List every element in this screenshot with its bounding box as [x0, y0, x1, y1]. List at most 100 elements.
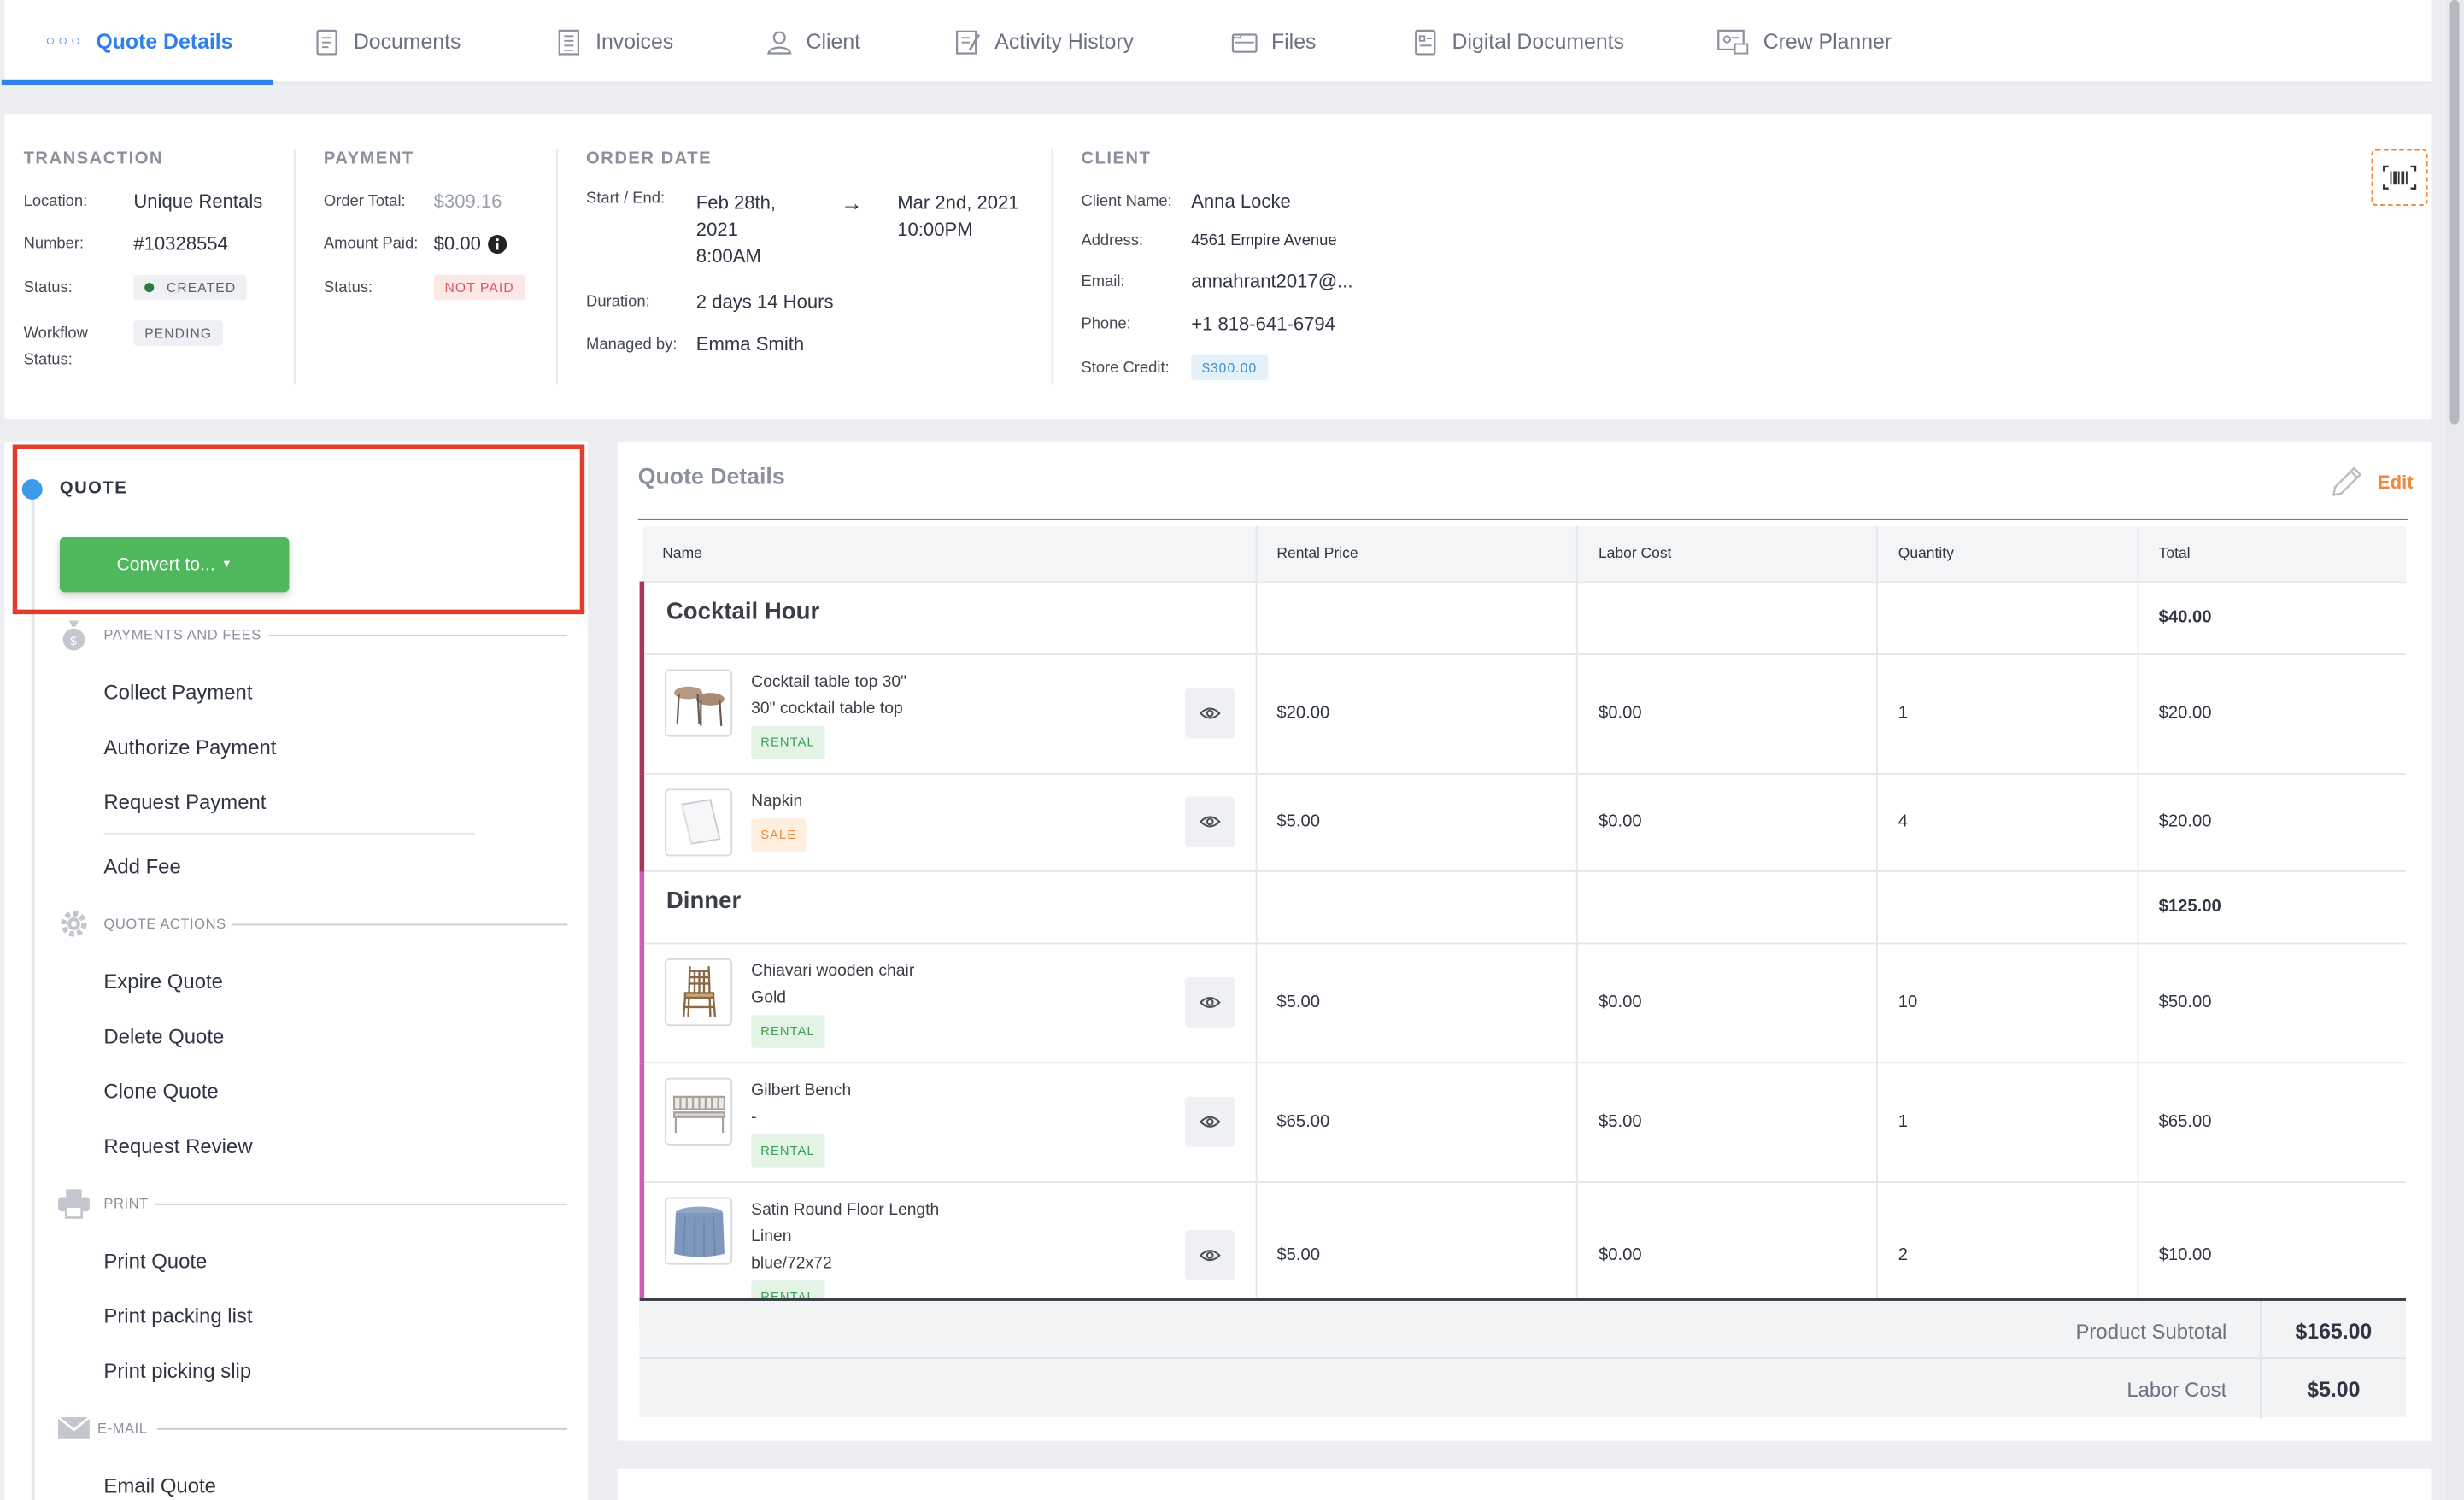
order-total: $309.16 — [433, 190, 502, 213]
panel-title: Quote Details — [637, 465, 785, 490]
tab-documents[interactable]: Documents — [313, 0, 461, 83]
tab-activity-history[interactable]: Activity History — [953, 0, 1134, 83]
tab-quote-details[interactable]: ○○○ Quote Details — [1, 0, 274, 85]
subtotal-value: $165.00 — [2259, 1300, 2406, 1361]
scrollbar[interactable] — [2444, 0, 2464, 1500]
column-header-name: Name — [642, 526, 1257, 582]
print-packing-list-link[interactable]: Print packing list — [103, 1304, 252, 1328]
item-name: Chiavari wooden chair — [751, 960, 915, 980]
tab-client[interactable]: Client — [766, 0, 860, 83]
caret-down-icon: ▼ — [221, 559, 232, 571]
group-total: $40.00 — [2137, 580, 2406, 654]
item-name: Cocktail table top 30" — [751, 671, 907, 691]
item-cell: Chiavari wooden chair Gold RENTAL — [639, 941, 1257, 1063]
field-label: Number: — [23, 234, 85, 253]
labor-cost-row: Labor Cost $5.00 — [639, 1357, 2406, 1419]
field-label: Start / End: — [586, 190, 666, 208]
empty-cell — [1255, 870, 1579, 943]
section-title: E-MAIL — [97, 1420, 148, 1437]
timeline-dot-icon — [21, 478, 43, 500]
workflow-badge: PENDING — [133, 320, 224, 346]
delete-quote-link[interactable]: Delete Quote — [103, 1024, 224, 1048]
column-header-total: Total — [2137, 526, 2406, 582]
start-time-line: 8:00AM — [695, 244, 761, 267]
client-icon — [767, 30, 792, 54]
next-panel — [617, 1468, 2432, 1500]
tab-digital-documents[interactable]: Digital Documents — [1411, 0, 1624, 83]
empty-cell — [1255, 580, 1579, 654]
info-icon[interactable] — [487, 233, 507, 254]
email-quote-link[interactable]: Email Quote — [103, 1474, 216, 1497]
expire-quote-link[interactable]: Expire Quote — [103, 970, 223, 993]
add-fee-link[interactable]: Add Fee — [103, 855, 180, 879]
start-date-line: Feb 28th, — [695, 191, 777, 214]
clone-quote-link[interactable]: Clone Quote — [103, 1080, 218, 1104]
tab-files[interactable]: Files — [1230, 0, 1316, 83]
section-rule — [156, 1427, 567, 1430]
quote-actions-section-header: QUOTE ACTIONS — [56, 908, 567, 940]
quantity-cell: 1 — [1876, 653, 2138, 773]
store-credit-badge: $300.00 — [1191, 354, 1269, 381]
tab-crew-planner[interactable]: Crew Planner — [1716, 0, 1892, 83]
view-item-button[interactable] — [1183, 688, 1235, 739]
chair-thumbnail[interactable] — [665, 958, 733, 1026]
transaction-number: #10328554 — [133, 232, 228, 255]
client-email[interactable]: annahrant2017@... — [1191, 270, 1352, 292]
documents-icon — [316, 28, 337, 55]
labor-cost-cell: $5.00 — [1577, 1061, 1878, 1182]
field-label: Workflow Status: — [24, 320, 134, 374]
request-review-link[interactable]: Request Review — [103, 1134, 252, 1158]
arrow-right-icon: → — [841, 190, 863, 215]
divider — [1051, 149, 1053, 385]
field-label: Phone: — [1081, 314, 1131, 333]
item-type-badge: RENTAL — [751, 724, 824, 759]
eye-icon — [1198, 1116, 1220, 1128]
collect-payment-link[interactable]: Collect Payment — [103, 680, 252, 704]
start-date: Feb 28th, 2021 8:00AM — [696, 190, 841, 271]
request-payment-link[interactable]: Request Payment — [103, 790, 266, 814]
end-date-line: Mar 2nd, 2021 — [897, 191, 1019, 214]
field-label: Store Credit: — [1081, 359, 1170, 377]
item-name: Napkin — [751, 791, 803, 811]
item-type-badge: SALE — [751, 817, 807, 851]
view-item-button[interactable] — [1183, 977, 1235, 1028]
barcode-scan-button[interactable] — [2371, 149, 2428, 206]
convert-to-button[interactable]: Convert to... ▼ — [59, 537, 290, 593]
money-bag-icon: $ — [56, 619, 91, 651]
item-cell: Cocktail table top 30" 30" cocktail table… — [639, 653, 1257, 773]
workflow-label-status: Status: — [23, 352, 73, 370]
table-row: Cocktail table top 30" 30" cocktail table… — [639, 653, 2406, 773]
edit-button[interactable]: Edit — [2327, 464, 2414, 501]
section-title: PAYMENTS AND FEES — [103, 626, 261, 643]
rental-price-cell: $5.00 — [1255, 941, 1579, 1063]
field-label: Address: — [1081, 232, 1144, 250]
view-item-button[interactable] — [1183, 1229, 1235, 1280]
location-value: Unique Rentals — [133, 190, 263, 213]
cocktail-table-thumbnail[interactable] — [665, 668, 733, 736]
bench-thumbnail[interactable] — [665, 1076, 733, 1145]
amount-paid: $0.00 — [433, 232, 481, 255]
napkin-thumbnail[interactable] — [665, 788, 733, 856]
view-item-button[interactable] — [1183, 796, 1235, 847]
table-row: Chiavari wooden chair Gold RENTAL $5.00 $0… — [639, 941, 2406, 1063]
tab-invoices[interactable]: Invoices — [554, 0, 673, 83]
section-heading: CLIENT — [1081, 149, 1152, 168]
tab-label: Client — [806, 29, 861, 54]
email-section-header: E-MAIL — [56, 1413, 567, 1444]
labor-cost-cell: $0.00 — [1577, 941, 1878, 1063]
end-date: Mar 2nd, 2021 10:00PM — [897, 190, 1018, 244]
linen-thumbnail[interactable] — [665, 1196, 733, 1264]
field-label: Amount Paid: — [323, 234, 419, 253]
section-heading: TRANSACTION — [23, 149, 164, 168]
activity-icon — [956, 29, 981, 54]
title-rule — [637, 518, 2408, 520]
section-rule — [154, 1203, 567, 1205]
invoice-icon — [558, 28, 579, 55]
print-picking-slip-link[interactable]: Print picking slip — [103, 1359, 251, 1383]
client-name[interactable]: Anna Locke — [1191, 190, 1291, 213]
authorize-payment-link[interactable]: Authorize Payment — [103, 735, 276, 759]
print-quote-link[interactable]: Print Quote — [103, 1249, 207, 1273]
column-header-labor-cost: Labor Cost — [1577, 526, 1878, 582]
view-item-button[interactable] — [1183, 1096, 1235, 1147]
scrollbar-thumb[interactable] — [2449, 0, 2460, 425]
